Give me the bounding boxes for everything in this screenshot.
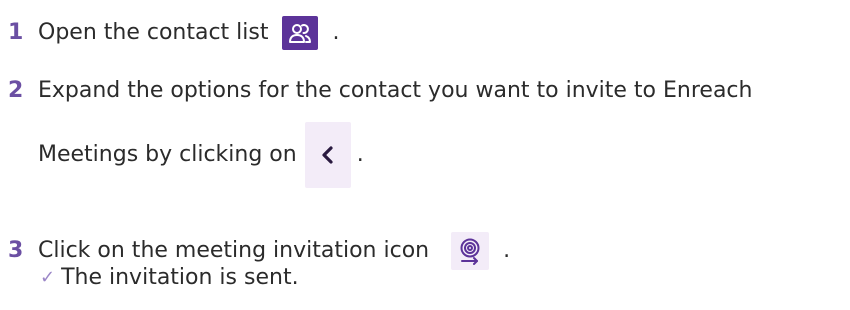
meeting-invitation-icon (451, 232, 490, 270)
step-number: 2 (8, 78, 24, 103)
step-text-continuation: Meetings by clicking on (38, 142, 297, 167)
step-result: ✓ The invitation is sent. (40, 264, 299, 292)
chevron-left-icon (304, 122, 351, 188)
step-text: Click on the meeting invitation icon (38, 238, 430, 263)
step-trail: . (332, 20, 340, 45)
step-1: 1 Open the contact list . (8, 16, 339, 50)
step-2: 2 Expand the options for the contact you… (8, 77, 752, 105)
step-number: 3 (8, 238, 24, 263)
result-text: The invitation is sent. (61, 265, 299, 290)
step-trail: . (503, 238, 511, 263)
step-2-continuation: Meetings by clicking on . (38, 122, 364, 188)
contacts-icon (282, 16, 319, 50)
step-trail: . (356, 142, 364, 167)
step-text: Expand the options for the contact you w… (38, 78, 753, 103)
step-number: 1 (8, 20, 24, 45)
checkmark-icon: ✓ (40, 267, 56, 288)
step-text: Open the contact list (38, 20, 269, 45)
